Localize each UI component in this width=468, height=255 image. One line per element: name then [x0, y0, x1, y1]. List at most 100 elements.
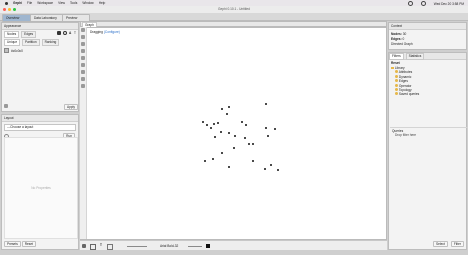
heat-map-icon[interactable] [81, 77, 85, 81]
apply-button[interactable]: Apply [64, 104, 78, 110]
filters-footer: Select Filter [433, 241, 464, 247]
graph-node[interactable] [210, 127, 212, 129]
reset-filters-button[interactable]: Reset [391, 61, 400, 65]
graph-node[interactable] [270, 164, 272, 166]
label-color-icon[interactable]: A [69, 31, 71, 35]
color-swatch[interactable] [4, 48, 9, 53]
queries-area[interactable]: Queries Drop filter here [390, 127, 468, 242]
reset-layout-button[interactable]: Reset [21, 241, 37, 247]
library-item-label: Attributes [398, 70, 413, 75]
graph-node[interactable] [221, 152, 223, 154]
sizer-tool-icon[interactable] [81, 56, 85, 60]
tab-nodes[interactable]: Nodes [4, 31, 20, 38]
tab-partition[interactable]: Partition [22, 39, 40, 46]
graph-node[interactable] [274, 128, 276, 130]
library-item-label: Edges [398, 79, 408, 84]
auto-apply-icon[interactable] [4, 104, 8, 108]
context-header: Context [389, 23, 466, 30]
tab-ranking[interactable]: Ranking [41, 39, 60, 46]
tab-unique[interactable]: Unique [4, 39, 21, 46]
presets-button[interactable]: Presets [4, 241, 21, 247]
graph-node[interactable] [244, 137, 246, 139]
graph-node[interactable] [264, 168, 266, 170]
menu-file[interactable]: File [27, 1, 32, 5]
edit-node-icon[interactable] [81, 84, 85, 88]
color-icon[interactable] [57, 31, 61, 35]
edges-count: 0 [402, 37, 405, 41]
color-value[interactable]: #c0c0c0 [11, 49, 23, 53]
appearance-panel: Appearance Nodes Edges A T Unique Partit… [1, 22, 79, 112]
menu-view[interactable]: View [58, 1, 65, 5]
graph-type: Directed Graph [391, 42, 413, 46]
context-panel: Context Nodes: 30 Edges: 0 Directed Grap… [388, 22, 467, 50]
graph-node[interactable] [221, 108, 223, 110]
graph-node[interactable] [248, 143, 250, 145]
zoom-window-icon[interactable] [13, 8, 16, 11]
clock[interactable]: Wed Dec 20 3:58 PM [434, 2, 464, 6]
grid-icon[interactable] [107, 244, 113, 250]
tab-statistics[interactable]: Statistics [405, 53, 425, 60]
graph-node[interactable] [213, 123, 215, 125]
apple-icon[interactable] [5, 1, 8, 5]
graph-node[interactable] [252, 160, 254, 162]
graph-canvas[interactable]: Dragging (Configure) [80, 27, 387, 240]
graph-node[interactable] [265, 127, 267, 129]
graph-node[interactable] [228, 166, 230, 168]
shortest-path-icon[interactable] [81, 70, 85, 74]
library-item-saved-queries[interactable]: Saved queries [391, 92, 464, 96]
graph-node[interactable] [226, 113, 228, 115]
graph-node[interactable] [212, 158, 214, 160]
brush-tool-icon[interactable] [81, 63, 85, 67]
configure-link[interactable]: (Configure) [104, 30, 120, 34]
node-size-slider[interactable] [127, 246, 147, 247]
edge-toggle-icon[interactable] [90, 244, 96, 250]
size-icon[interactable] [63, 31, 67, 35]
tab-filters[interactable]: Filters [389, 53, 404, 60]
menu-app-name[interactable]: Gephi [13, 1, 22, 5]
minimize-window-icon[interactable] [8, 8, 11, 11]
layout-select-row: ---Choose a layout [2, 122, 78, 133]
menu-workspace[interactable]: Workspace [37, 1, 53, 5]
font-size-slider[interactable] [188, 246, 202, 247]
select-button[interactable]: Select [433, 241, 448, 247]
graph-node[interactable] [202, 121, 204, 123]
graph-node[interactable] [265, 103, 267, 105]
graph-node[interactable] [233, 147, 235, 149]
graph-node[interactable] [241, 121, 243, 123]
tab-edges[interactable]: Edges [21, 31, 37, 38]
color-picker-icon[interactable] [206, 244, 210, 248]
select-tool-icon[interactable] [81, 28, 85, 32]
graph-node[interactable] [245, 124, 247, 126]
graph-node[interactable] [220, 131, 222, 133]
screenshot-icon[interactable] [82, 244, 86, 248]
rectangle-select-icon[interactable] [81, 35, 85, 39]
folder-icon [395, 70, 398, 74]
graph-node[interactable] [206, 124, 208, 126]
filter-button[interactable]: Filter [450, 241, 464, 247]
label-size-icon[interactable]: T [74, 31, 76, 35]
drag-tool-icon[interactable] [81, 42, 85, 46]
library-item-label: Dynamic [398, 74, 412, 79]
edges-label: Edges: [391, 37, 402, 41]
library-item-label: Saved queries [398, 92, 420, 97]
close-window-icon[interactable] [3, 8, 6, 11]
painter-tool-icon[interactable] [81, 49, 85, 53]
graph-node[interactable] [267, 135, 269, 137]
graph-node[interactable] [204, 160, 206, 162]
text-icon[interactable]: T [100, 243, 102, 247]
appearance-subtabs: Nodes Edges A T [2, 30, 78, 39]
menu-tools[interactable]: Tools [70, 1, 77, 5]
graph-node[interactable] [252, 143, 254, 145]
graph-node[interactable] [228, 106, 230, 108]
appearance-kind-tabs: Unique Partition Ranking [2, 39, 78, 46]
library-title[interactable]: Library [395, 66, 405, 70]
graph-node[interactable] [228, 132, 230, 134]
menu-window[interactable]: Window [82, 1, 93, 5]
graph-node[interactable] [277, 169, 279, 171]
graph-node[interactable] [234, 135, 236, 137]
graph-node[interactable] [214, 136, 216, 138]
font-label[interactable]: Arial Bold-32 [160, 244, 178, 248]
menu-help[interactable]: Help [99, 1, 106, 5]
graph-node[interactable] [217, 122, 219, 124]
layout-select[interactable]: ---Choose a layout [4, 124, 76, 131]
